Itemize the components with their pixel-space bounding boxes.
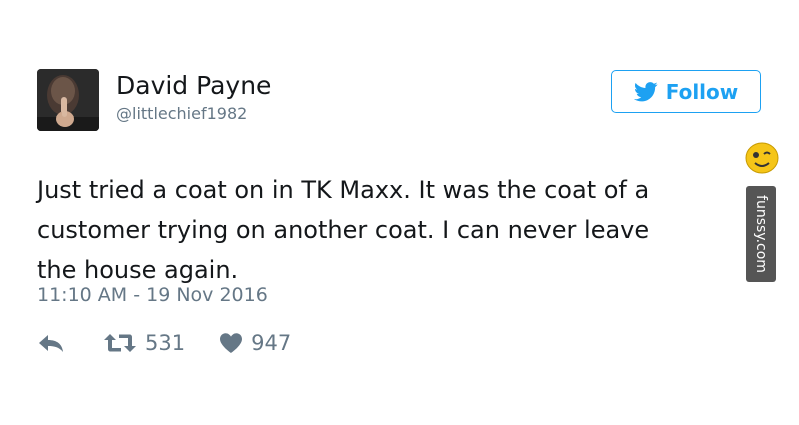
retweet-icon [104, 334, 136, 352]
follow-button[interactable]: Follow [611, 70, 761, 113]
user-name[interactable]: David Payne [116, 71, 271, 100]
watermark-text: funssy.com [753, 195, 769, 273]
retweet-button[interactable]: 531 [103, 331, 185, 355]
reply-icon [39, 335, 63, 352]
avatar[interactable] [37, 69, 99, 131]
watermark-label: funssy.com [746, 186, 776, 282]
tweet-timestamp[interactable]: 11:10 AM - 19 Nov 2016 [37, 284, 268, 306]
tweet-text: Just tried a coat on in TK Maxx. It was … [37, 170, 747, 290]
heart-icon [220, 333, 243, 353]
retweet-count: 531 [145, 331, 186, 355]
tweet-text-line: Just tried a coat on in TK Maxx. It was … [37, 176, 650, 204]
reply-button[interactable] [37, 332, 65, 354]
like-count: 947 [251, 331, 292, 355]
avatar-image [37, 69, 99, 131]
follow-button-label: Follow [665, 79, 739, 104]
tweet-text-line: customer trying on another coat. I can n… [37, 216, 650, 244]
user-handle[interactable]: @littlechief1982 [116, 104, 247, 123]
tweet-actions: 531 947 [37, 328, 291, 358]
like-button[interactable]: 947 [219, 331, 291, 355]
twitter-bird-icon [633, 81, 658, 101]
